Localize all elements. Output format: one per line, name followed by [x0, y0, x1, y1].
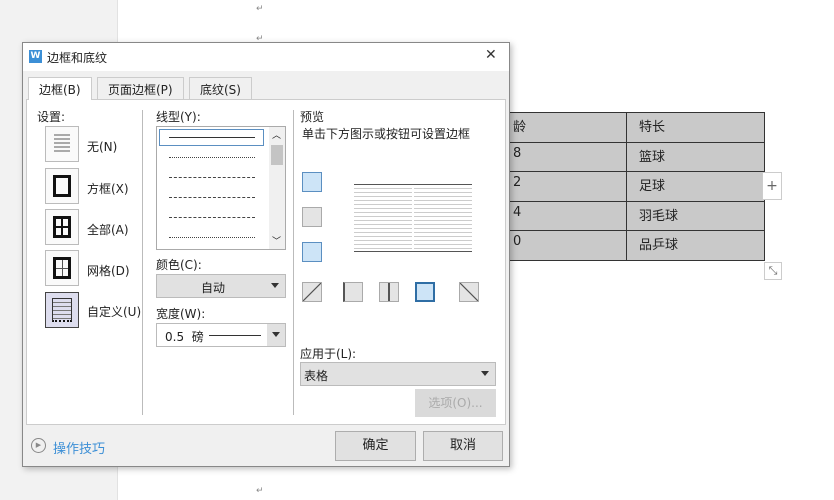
line-style-dash-dot-dot[interactable] — [169, 237, 255, 238]
dialog-title: 边框和底纹 — [47, 51, 108, 65]
tab-borders[interactable]: 边框(B) — [28, 77, 92, 100]
scroll-thumb[interactable] — [271, 145, 283, 165]
table-row: 2 足球 — [500, 171, 765, 202]
diagonal-up-border-button[interactable] — [302, 282, 322, 302]
right-border-button[interactable] — [415, 282, 435, 302]
line-style-long-dash[interactable] — [169, 197, 255, 198]
play-circle-icon: ▶ — [31, 438, 46, 453]
add-row-button[interactable]: + — [762, 172, 782, 200]
tab-shading[interactable]: 底纹(S) — [189, 77, 252, 99]
ok-button[interactable]: 确定 — [335, 431, 416, 461]
setting-custom-button[interactable] — [45, 292, 79, 328]
cancel-button[interactable]: 取消 — [423, 431, 503, 461]
line-style-dashed[interactable] — [169, 177, 255, 178]
inside-vertical-border-button[interactable] — [379, 282, 399, 302]
table-row: 4 羽毛球 — [500, 200, 765, 231]
diagonal-down-border-button[interactable] — [459, 282, 479, 302]
color-value: 自动 — [201, 281, 226, 295]
paragraph-mark: ↵ — [256, 486, 264, 496]
resize-table-handle[interactable]: ⤡ — [764, 262, 782, 280]
line-style-solid[interactable] — [169, 137, 255, 138]
box-border-icon — [53, 175, 71, 197]
apply-to-label: 应用于(L): — [300, 347, 357, 361]
setting-grid-label: 网格(D) — [87, 264, 130, 278]
color-label: 颜色(C): — [156, 258, 202, 272]
borders-panel: 设置: 无(N) 方框(X) 全部(A) 网格(D) 自定义(U) 线型(Y):… — [26, 99, 506, 425]
line-style-dotted[interactable] — [169, 157, 255, 158]
dropdown-arrow-icon — [481, 371, 489, 376]
setting-all-label: 全部(A) — [87, 223, 129, 237]
setting-grid-button[interactable] — [45, 250, 79, 286]
line-style-list[interactable]: ︿ ﹀ — [156, 126, 286, 250]
scroll-down-icon[interactable]: ﹀ — [272, 234, 281, 247]
dropdown-arrow-icon — [272, 332, 280, 337]
options-button[interactable]: 选项(O)... — [415, 389, 496, 417]
width-dropdown[interactable]: 0.5 磅 — [156, 323, 286, 347]
scroll-up-icon[interactable]: ︿ — [272, 128, 281, 141]
color-dropdown[interactable]: 自动 — [156, 274, 286, 298]
width-value: 0.5 磅 — [165, 330, 204, 344]
bottom-border-button[interactable] — [302, 242, 322, 262]
paragraph-mark: ↵ — [256, 4, 264, 14]
title-bar: W 边框和底纹 ✕ — [23, 43, 509, 71]
line-style-scrollbar[interactable]: ︿ ﹀ — [269, 127, 285, 249]
divider — [293, 110, 294, 415]
tab-page-border[interactable]: 页面边框(P) — [97, 77, 184, 99]
borders-shading-dialog: W 边框和底纹 ✕ 边框(B) 页面边框(P) 底纹(S) 设置: 无(N) 方… — [22, 42, 510, 467]
table-row: 8 篮球 — [500, 141, 765, 172]
border-preview[interactable] — [354, 184, 472, 252]
setting-box-button[interactable] — [45, 168, 79, 204]
divider — [142, 110, 143, 415]
setting-all-button[interactable] — [45, 209, 79, 245]
no-border-icon — [54, 134, 70, 154]
tips-link[interactable]: 操作技巧 — [53, 438, 105, 457]
table-row: 龄特长 — [500, 112, 765, 143]
top-border-button[interactable] — [302, 172, 322, 192]
close-button[interactable]: ✕ — [485, 47, 497, 63]
width-label: 宽度(W): — [156, 307, 206, 321]
setting-none-button[interactable] — [45, 126, 79, 162]
custom-border-icon — [52, 298, 72, 322]
apply-to-dropdown[interactable]: 表格 — [300, 362, 496, 386]
line-style-label: 线型(Y): — [156, 110, 201, 124]
setting-none-label: 无(N) — [87, 140, 118, 154]
grid-borders-icon — [53, 257, 71, 279]
wps-writer-icon: W — [29, 50, 42, 63]
settings-label: 设置: — [37, 110, 66, 124]
preview-label: 预览 — [300, 110, 325, 124]
dropdown-arrow-icon — [271, 283, 279, 288]
all-borders-icon — [53, 216, 71, 238]
table-row: 0 品乒球 — [500, 230, 765, 261]
preview-hint: 单击下方图示或按钮可设置边框 — [302, 127, 471, 141]
document-table[interactable]: 龄特长 8 篮球 2 足球 4 羽毛球 0 品乒球 — [500, 112, 765, 261]
setting-box-label: 方框(X) — [87, 182, 129, 196]
line-style-dash-dot[interactable] — [169, 217, 255, 218]
inside-horizontal-border-button[interactable] — [302, 207, 322, 227]
apply-to-value: 表格 — [304, 369, 329, 383]
left-border-button[interactable] — [343, 282, 363, 302]
setting-custom-label: 自定义(U) — [87, 305, 142, 319]
width-line-sample — [209, 335, 261, 336]
